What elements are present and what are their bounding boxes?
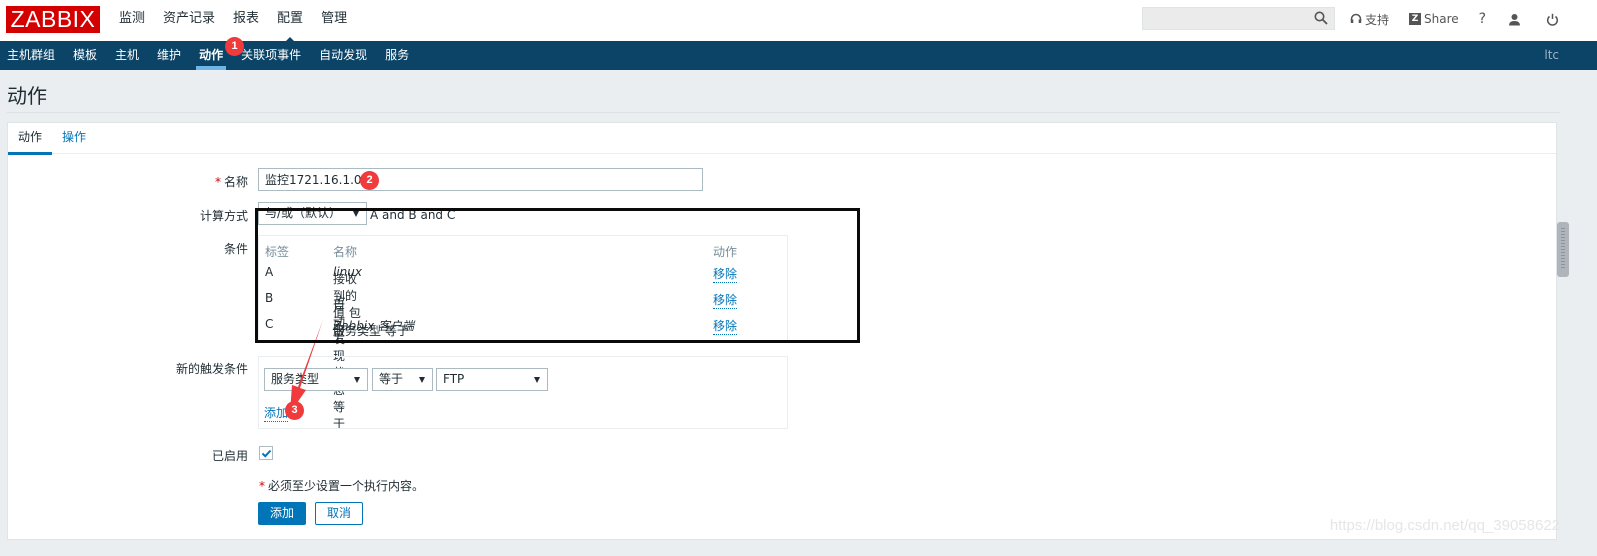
- dropdown-arrow-icon: [534, 377, 540, 383]
- calc-type-select[interactable]: 与/或（默认）: [258, 202, 367, 225]
- dropdown-arrow-icon: [354, 377, 360, 383]
- main-menu-administration[interactable]: 管理: [312, 0, 356, 41]
- table-row: C 服务类型 等于 Zabbix 客户端 移除: [265, 312, 785, 338]
- new-condition-box: 服务类型 等于 FTP 添加: [258, 356, 788, 429]
- watermark: https://blog.csdn.net/qq_39058622: [1329, 517, 1560, 534]
- form-tabs: 动作 操作: [8, 123, 1556, 155]
- share-link[interactable]: Z Share: [1409, 12, 1459, 26]
- condition-name: 自动发现状态 等于 上: [333, 293, 346, 431]
- remove-condition-link[interactable]: 移除: [713, 317, 738, 335]
- condition-tag: C: [265, 317, 274, 331]
- required-mark: *: [214, 175, 221, 189]
- tab-operations[interactable]: 操作: [52, 123, 96, 153]
- remove-condition-link[interactable]: 移除: [713, 265, 738, 283]
- help-button[interactable]: ?: [1479, 11, 1486, 27]
- remove-condition-link[interactable]: 移除: [713, 291, 738, 309]
- header-tag: 标签: [265, 245, 290, 259]
- calc-expression: A and B and C: [370, 208, 456, 222]
- action-form-panel: 动作 操作 *名称 计算方式 与/或（默认） A and B and C 条件 …: [7, 122, 1557, 540]
- table-row: B 自动发现状态 等于 上 移除: [265, 286, 785, 431]
- annotation-marker-2: 2: [360, 171, 379, 190]
- enabled-checkbox[interactable]: [259, 446, 273, 460]
- user-icon: [1509, 13, 1521, 25]
- search-icon[interactable]: [1314, 11, 1328, 25]
- search-input[interactable]: [1142, 7, 1335, 30]
- top-header: ZABBIX 监测 资产记录 报表 配置 管理 支持 Z Share ?: [0, 0, 1597, 44]
- support-label: 支持: [1365, 12, 1390, 27]
- enabled-label: 已启用: [211, 449, 248, 463]
- profile-button[interactable]: [1508, 13, 1524, 26]
- header-tools: 支持 Z Share ?: [1350, 0, 1582, 38]
- tab-action[interactable]: 动作: [8, 123, 53, 155]
- zabbix-logo[interactable]: ZABBIX: [6, 6, 100, 33]
- header-name: 名称: [333, 245, 358, 259]
- dropdown-arrow-icon: [419, 377, 425, 383]
- dropdown-arrow-icon: [353, 211, 359, 217]
- header-action: 动作: [713, 245, 738, 259]
- headset-icon: [1350, 13, 1362, 23]
- conditions-table-header: 标签 名称 动作: [265, 240, 785, 260]
- power-icon: [1547, 13, 1559, 26]
- main-menu-reports[interactable]: 报表: [224, 0, 268, 41]
- conditions-table: 标签 名称 动作 A 接收到的值 包含 linux 移除 B 自动发现状态 等于…: [265, 240, 785, 431]
- main-menu-configuration[interactable]: 配置: [268, 0, 312, 44]
- new-condition-label: 新的触发条件: [175, 362, 248, 376]
- share-z-icon: Z: [1409, 13, 1422, 25]
- sub-menu-services[interactable]: 服务: [376, 41, 418, 70]
- support-link[interactable]: 支持: [1350, 11, 1389, 28]
- checkmark-icon: [261, 449, 272, 458]
- condition-name: 接收到的值 包含 linux: [333, 265, 362, 337]
- sub-menu-discovery[interactable]: 自动发现: [310, 41, 376, 70]
- share-label: Share: [1424, 12, 1459, 26]
- condition-operator-select[interactable]: 等于: [372, 368, 433, 391]
- sub-menu-hosts[interactable]: 主机: [106, 41, 148, 70]
- cancel-button[interactable]: 取消: [315, 502, 364, 525]
- server-name: ltc: [1544, 48, 1559, 62]
- help-icon: ?: [1478, 11, 1487, 27]
- conditions-box: 标签 名称 动作 A 接收到的值 包含 linux 移除 B 自动发现状态 等于…: [258, 235, 788, 431]
- condition-tag: B: [265, 291, 274, 305]
- sub-menu-templates[interactable]: 模板: [64, 41, 106, 70]
- condition-value-select[interactable]: FTP: [436, 368, 548, 391]
- condition-tag: A: [265, 265, 274, 279]
- operations-required-notice: * 必须至少设置一个执行内容。: [259, 479, 425, 493]
- main-menu-inventory[interactable]: 资产记录: [154, 0, 224, 41]
- annotation-marker-1: 1: [225, 37, 244, 56]
- condition-name: 服务类型 等于 Zabbix 客户端: [333, 319, 415, 338]
- annotation-arrow: [290, 320, 323, 413]
- conditions-label: 条件: [223, 242, 248, 256]
- title-divider: [7, 112, 1560, 113]
- name-input[interactable]: [258, 168, 703, 191]
- main-menu-monitoring[interactable]: 监测: [110, 0, 154, 41]
- main-menu: 监测 资产记录 报表 配置 管理: [110, 0, 356, 44]
- annotation-marker-3: 3: [285, 401, 304, 420]
- sub-menu-maintenance[interactable]: 维护: [148, 41, 190, 70]
- scrollbar-handle[interactable]: [1557, 222, 1569, 277]
- sub-menu-host-groups[interactable]: 主机群组: [0, 41, 64, 70]
- page-title: 动作: [7, 84, 47, 108]
- name-label: * 名称: [214, 175, 248, 189]
- logout-button[interactable]: [1546, 13, 1562, 26]
- calc-label: 计算方式: [199, 209, 248, 223]
- table-row: A 接收到的值 包含 linux 移除: [265, 260, 785, 337]
- add-button[interactable]: 添加: [258, 502, 307, 525]
